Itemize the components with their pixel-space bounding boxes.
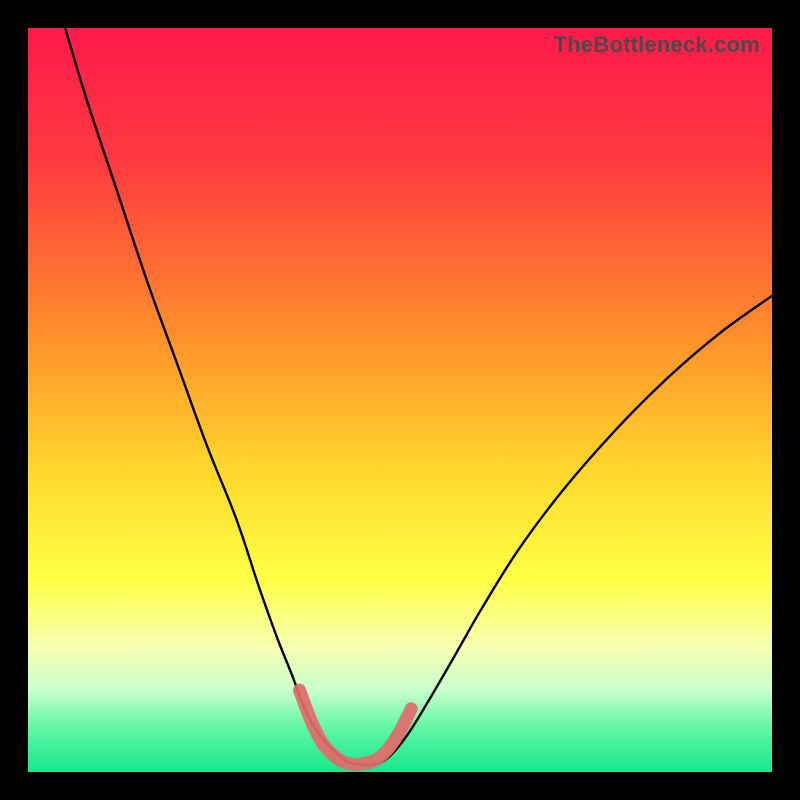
watermark-label: TheBottleneck.com (554, 32, 760, 58)
valley-highlight (300, 690, 412, 764)
curve-layer (28, 28, 772, 772)
bottleneck-curve (65, 28, 772, 765)
chart-frame: TheBottleneck.com (0, 0, 800, 800)
plot-area: TheBottleneck.com (28, 28, 772, 772)
